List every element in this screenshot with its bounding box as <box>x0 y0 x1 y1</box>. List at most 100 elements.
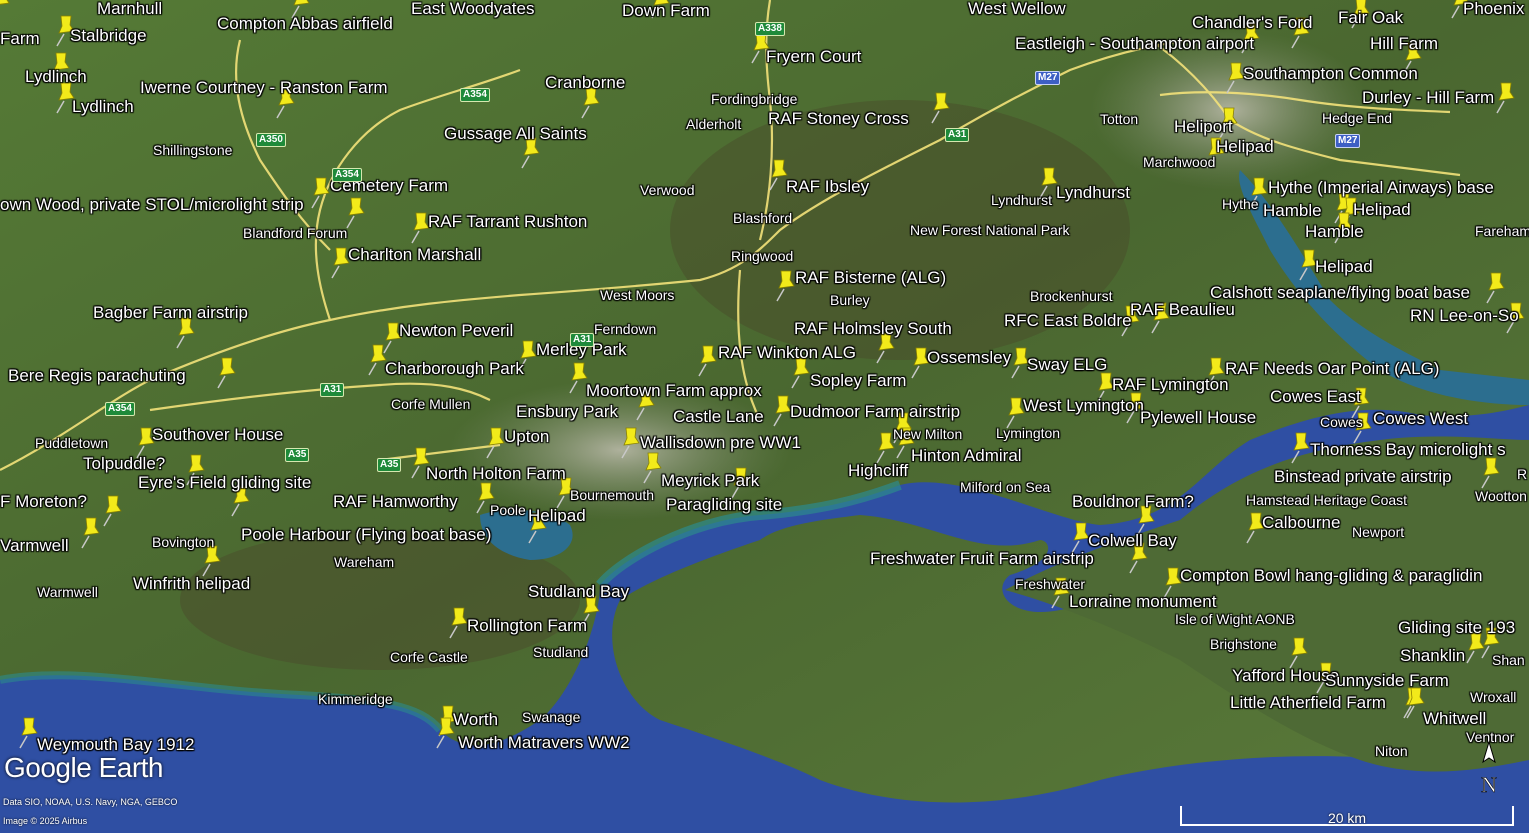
placemark-label[interactable]: Hill Farm <box>1370 35 1438 52</box>
placemark-label[interactable]: Bere Regis parachuting <box>8 367 186 384</box>
placemark-label[interactable]: Pylewell House <box>1140 409 1256 426</box>
placemark-label[interactable]: Highcliff <box>848 462 908 479</box>
placemark-label[interactable]: Rollington Farm <box>467 617 587 634</box>
placemark-label[interactable]: Hythe (Imperial Airways) base <box>1268 179 1494 196</box>
placemark-label[interactable]: RAF Beaulieu <box>1130 301 1235 318</box>
placemark-label[interactable]: North Holton Farm <box>426 465 566 482</box>
placemark-label[interactable]: Iwerne Courtney - Ranston Farm <box>140 79 388 96</box>
placemark-label[interactable]: Moortown Farm approx <box>586 382 762 399</box>
placemark-label[interactable]: Sopley Farm <box>810 372 906 389</box>
placemark-label[interactable]: F Moreton? <box>0 493 87 510</box>
placemark-label[interactable]: RAF Winkton ALG <box>718 344 856 361</box>
placemark-label[interactable]: Eyre's Field gliding site <box>138 474 311 491</box>
road-number-badge: M27 <box>1335 134 1361 148</box>
town-label: Totton <box>1100 111 1139 127</box>
placemark-label[interactable]: own Wood, private STOL/microlight strip <box>0 196 304 213</box>
placemark-label[interactable]: Fryern Court <box>766 48 861 65</box>
placemark-label[interactable]: Cowes East <box>1270 388 1361 405</box>
placemark-label[interactable]: Cranborne <box>545 74 625 91</box>
town-label: Wootton Br <box>1475 488 1529 504</box>
placemark-label[interactable]: Southover House <box>152 426 283 443</box>
placemark-label[interactable]: Farm <box>0 30 40 47</box>
placemark-label[interactable]: West Wellow <box>968 0 1066 17</box>
placemark-label[interactable]: Fair Oak <box>1338 9 1403 26</box>
placemark-label[interactable]: Little Atherfield Farm <box>1230 694 1386 711</box>
placemark-label[interactable]: Tolpuddle? <box>83 455 165 472</box>
placemark-label[interactable]: Meyrick Park <box>661 472 759 489</box>
town-label: Shillingstone <box>153 142 233 158</box>
placemark-label[interactable]: Worth Matravers WW2 <box>458 734 630 751</box>
placemark-label[interactable]: RAF Hamworthy <box>333 493 458 510</box>
placemark-label[interactable]: Bagber Farm airstrip <box>93 304 248 321</box>
placemark-label[interactable]: Colwell Bay <box>1088 532 1177 549</box>
placemark-label[interactable]: Marnhull <box>97 0 162 17</box>
placemark-label[interactable]: Down Farm <box>622 2 710 19</box>
placemark-label[interactable]: RAF Ibsley <box>786 178 869 195</box>
placemark-label[interactable]: Helipad <box>1353 201 1411 218</box>
town-label: Kimmeridge <box>318 691 393 707</box>
placemark-label[interactable]: RAF Stoney Cross <box>768 110 909 127</box>
placemark-label[interactable]: Hinton Admiral <box>911 447 1022 464</box>
placemark-label[interactable]: Eastleigh - Southampton airport <box>1015 35 1254 52</box>
placemark-label[interactable]: Castle Lane <box>673 408 764 425</box>
placemark-label[interactable]: Southampton Common <box>1243 65 1418 82</box>
placemark-label[interactable]: Varmwell <box>0 537 69 554</box>
placemark-label[interactable]: Winfrith helipad <box>133 575 250 592</box>
placemark-label[interactable]: Calshott seaplane/flying boat base <box>1210 284 1470 301</box>
placemark-label[interactable]: RAF Tarrant Rushton <box>428 213 587 230</box>
placemark-label[interactable]: RFC East Boldre <box>1004 312 1132 329</box>
placemark-label[interactable]: Whitwell <box>1423 710 1486 727</box>
placemark-label[interactable]: Hamble <box>1305 223 1364 240</box>
placemark-label[interactable]: Lyndhurst <box>1056 184 1130 201</box>
placemark-label[interactable]: Gussage All Saints <box>444 125 587 142</box>
placemark-label[interactable]: Lydlinch <box>72 98 134 115</box>
placemark-label[interactable]: Compton Abbas airfield <box>217 15 393 32</box>
placemark-label[interactable]: East Woodyates <box>411 0 534 17</box>
placemark-label[interactable]: Helipad <box>1216 138 1274 155</box>
placemark-label[interactable]: Dudmoor Farm airstrip <box>790 403 960 420</box>
placemark-label[interactable]: Phoenix F <box>1463 0 1529 17</box>
placemark-label[interactable]: Upton <box>504 428 549 445</box>
north-arrow-icon[interactable]: N <box>1474 740 1504 800</box>
placemark-label[interactable]: Sway ELG <box>1027 356 1107 373</box>
placemark-label[interactable]: Weymouth Bay 1912 <box>37 736 195 753</box>
placemark-label[interactable]: Compton Bowl hang-gliding & paraglidin <box>1180 567 1482 584</box>
placemark-label[interactable]: Thorness Bay microlight s <box>1310 441 1506 458</box>
placemark-label[interactable]: Cowes West <box>1373 410 1468 427</box>
placemark-label[interactable]: Shanklin <box>1400 647 1465 664</box>
placemark-label[interactable]: Poole Harbour (Flying boat base) <box>241 526 491 543</box>
placemark-label[interactable]: RAF Bisterne (ALG) <box>795 269 946 286</box>
placemark-label[interactable]: Bouldnor Farm? <box>1072 493 1194 510</box>
placemark-label[interactable]: Charborough Park <box>385 360 524 377</box>
placemark-label[interactable]: RAF Holmsley South <box>794 320 952 337</box>
placemark-label[interactable]: Worth <box>453 711 498 728</box>
placemark-label[interactable]: Binstead private airstrip <box>1274 468 1452 485</box>
placemark-label[interactable]: Studland Bay <box>528 583 629 600</box>
placemark-label[interactable]: Durley - Hill Farm <box>1362 89 1494 106</box>
placemark-label[interactable]: Paragliding site <box>666 496 782 513</box>
placemark-label[interactable]: Helipad <box>528 507 586 524</box>
placemark-label[interactable]: RAF Needs Oar Point (ALG) <box>1225 360 1439 377</box>
placemark-label[interactable]: West Lymington <box>1023 397 1144 414</box>
placemark-label[interactable]: RN Lee-on-So <box>1410 307 1519 324</box>
town-label: Hythe <box>1222 196 1259 212</box>
placemark-label[interactable]: Hamble <box>1263 202 1322 219</box>
placemark-label[interactable]: Charlton Marshall <box>348 246 481 263</box>
town-label: Alderholt <box>686 116 742 132</box>
placemark-label[interactable]: Yafford House <box>1232 667 1339 684</box>
placemark-label[interactable]: Stalbridge <box>70 27 147 44</box>
placemark-label[interactable]: Ensbury Park <box>516 403 618 420</box>
placemark-label[interactable]: Newton Peveril <box>399 322 513 339</box>
placemark-label[interactable]: RAF Lymington <box>1112 376 1229 393</box>
placemark-label[interactable]: Sunnyside Farm <box>1325 672 1449 689</box>
placemark-label[interactable]: Heliport <box>1174 118 1233 135</box>
placemark-label[interactable]: Ossemsley <box>927 349 1011 366</box>
placemark-label[interactable]: Freshwater Fruit Farm airstrip <box>870 550 1094 567</box>
placemark-label[interactable]: Helipad <box>1315 258 1373 275</box>
placemark-label[interactable]: Lydlinch <box>25 68 87 85</box>
placemark-label[interactable]: Calbourne <box>1262 514 1340 531</box>
placemark-label[interactable]: Gliding site 193 <box>1398 619 1515 636</box>
placemark-label[interactable]: Chandler's Ford <box>1192 14 1312 31</box>
placemark-label[interactable]: Lorraine monument <box>1069 593 1216 610</box>
placemark-label[interactable]: Wallisdown pre WW1 <box>640 434 801 451</box>
